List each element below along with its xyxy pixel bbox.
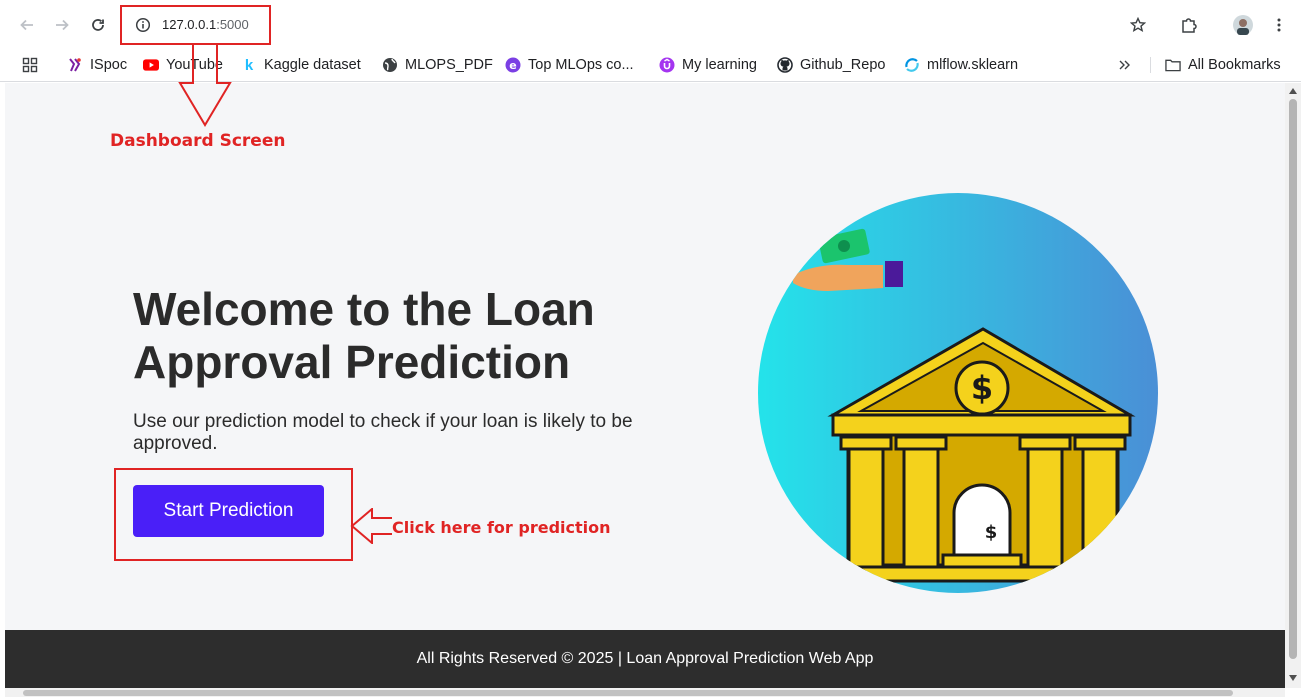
bookmark-ispoc[interactable]: ISpoc [67,54,127,76]
edge-icon: e [505,57,521,73]
bookmark-github-repo[interactable]: Github_Repo [777,54,885,76]
kaggle-icon: k [244,56,254,74]
extensions-button[interactable] [1176,12,1202,38]
mlflow-icon [904,57,920,73]
scroll-down-icon[interactable] [1289,675,1297,681]
annotation-button-box [114,468,353,561]
star-icon[interactable] [1130,17,1146,33]
page-footer: All Rights Reserved © 2025 | Loan Approv… [5,630,1285,688]
bookmark-label: Top MLOps co... [528,57,634,73]
back-button[interactable] [14,12,40,38]
arrow-right-icon [56,19,69,31]
apps-button[interactable] [22,54,38,76]
forward-button[interactable] [49,12,75,38]
ispoc-icon [67,57,83,73]
bookmark-label: Github_Repo [800,57,886,73]
puzzle-icon [1182,18,1197,33]
bookmarks-divider [1150,57,1151,73]
annotation-dashboard-label: Dashboard Screen [110,131,286,151]
avatar-icon [1233,15,1253,35]
bookmark-top-mlops[interactable]: e Top MLOps co... [505,54,634,76]
address-bar[interactable]: 127.0.0.1:5000 [122,8,1162,42]
more-bookmarks-button[interactable] [1118,54,1132,76]
menu-button[interactable] [1266,12,1292,38]
bookmark-my-learning[interactable]: My learning [659,54,757,76]
vertical-scroll-thumb[interactable] [1289,99,1297,659]
bookmark-mlflow[interactable]: mlflow.sklearn [904,54,1018,76]
arrow-left-icon [20,19,33,31]
profile-avatar[interactable] [1230,12,1256,38]
annotation-left-arrow [350,508,392,544]
page-subtitle: Use our prediction model to check if you… [133,411,633,454]
bookmark-label: mlflow.sklearn [927,57,1019,73]
chevron-double-right-icon [1119,60,1130,70]
svg-text:e: e [509,59,516,72]
all-bookmarks-label: All Bookmarks [1188,57,1281,73]
page-viewport: Welcome to the Loan Approval Prediction … [5,83,1285,688]
bookmark-label: MLOPS_PDF [405,57,493,73]
bookmark-label: My learning [682,57,757,73]
bookmark-label: Kaggle dataset [264,57,361,73]
money-bag-icon: $ [985,522,998,543]
annotation-down-arrow [178,45,232,127]
reload-icon [92,19,104,31]
vertical-scrollbar[interactable] [1285,83,1301,688]
all-bookmarks-button[interactable]: All Bookmarks [1165,54,1281,76]
annotation-click-label: Click here for prediction [392,518,611,537]
horizontal-scrollbar[interactable] [5,688,1285,697]
horizontal-scroll-thumb[interactable] [23,690,1233,696]
reload-button[interactable] [85,12,111,38]
bookmark-mlops-pdf[interactable]: MLOPS_PDF [382,54,493,76]
folder-icon [1165,57,1181,73]
bookmark-kaggle[interactable]: k Kaggle dataset [241,54,361,76]
bank-illustration: $ $ [758,193,1158,593]
globe-icon [382,57,398,73]
browser-window: 127.0.0.1:5000 ISpoc YouTube k Kaggle da… [0,0,1301,697]
scroll-up-icon[interactable] [1289,88,1297,94]
youtube-icon [143,57,159,73]
page-title: Welcome to the Loan Approval Prediction [133,283,595,388]
bookmark-label: ISpoc [90,57,128,73]
footer-text: All Rights Reserved © 2025 | Loan Approv… [416,650,874,667]
udemy-icon [659,57,675,73]
more-vert-icon [1277,18,1281,32]
apps-grid-icon [22,57,38,73]
dollar-icon: $ [971,369,993,407]
github-icon [777,57,793,73]
annotation-url-box [120,5,271,45]
